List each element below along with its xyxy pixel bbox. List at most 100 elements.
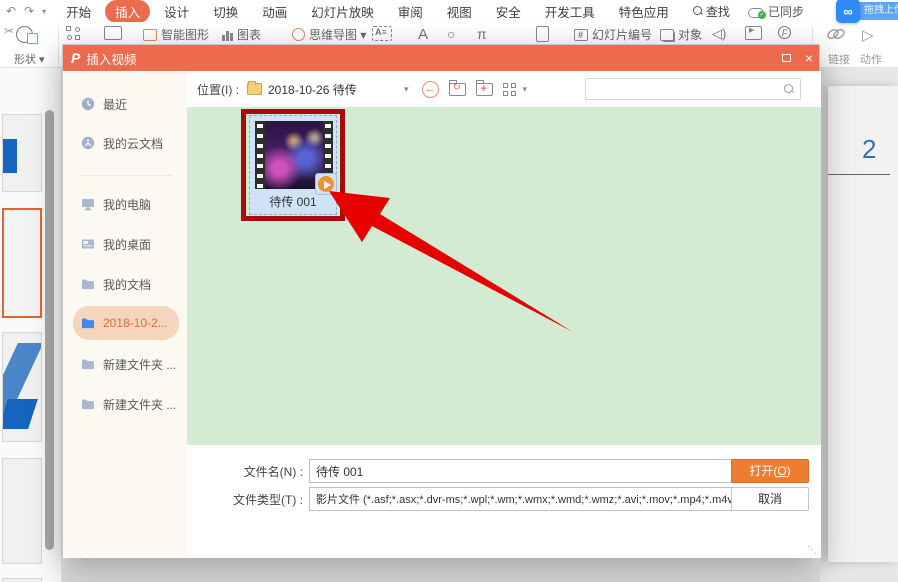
- resize-grip[interactable]: ⋱: [807, 545, 817, 556]
- sidebar-divider: [81, 175, 173, 176]
- infinity-logo-icon: ∞: [836, 0, 860, 23]
- sidebar-item-my-documents[interactable]: 我的文档: [73, 269, 179, 299]
- hyperlink-icon[interactable]: [826, 26, 846, 42]
- desktop-icon: [82, 239, 94, 249]
- header-footer-icon[interactable]: [536, 26, 549, 42]
- filetype-value: 影片文件 (*.asf;*.asx;*.dvr-ms;*.wpl;*.wm;*.…: [316, 494, 785, 506]
- tab-home[interactable]: 开始: [56, 0, 101, 23]
- location-folder-icon: [247, 81, 262, 95]
- slide-canvas: 2: [820, 68, 898, 582]
- redo-icon[interactable]: ↷: [24, 4, 34, 18]
- slide-number-button[interactable]: # 幻灯片编号: [574, 26, 652, 43]
- table-icon[interactable]: [104, 26, 122, 40]
- shape-icon: [16, 24, 38, 44]
- slide-number-text: 2: [862, 134, 877, 164]
- chart-button[interactable]: 图表: [222, 26, 261, 43]
- tab-insert[interactable]: 插入: [105, 0, 151, 23]
- slide-thumbnail-1[interactable]: [2, 114, 42, 192]
- undo-icon[interactable]: ↶: [6, 4, 16, 18]
- panel-scrollbar[interactable]: [45, 110, 54, 550]
- tab-animation[interactable]: 动画: [252, 0, 297, 23]
- shape-button[interactable]: 形状 ▾: [14, 51, 45, 67]
- textbox-icon[interactable]: A≡: [372, 26, 392, 41]
- video-icon[interactable]: [745, 26, 762, 40]
- object-icon: [660, 28, 674, 41]
- tab-special-apps[interactable]: 特色应用: [609, 0, 679, 23]
- slide-thumbnail-3[interactable]: [2, 332, 42, 442]
- folder-icon: [82, 399, 94, 410]
- slide-underline: [828, 174, 890, 175]
- folder-icon: [82, 279, 94, 290]
- view-mode-button[interactable]: [502, 82, 516, 96]
- cancel-button[interactable]: 取消: [731, 487, 809, 511]
- computer-icon: [82, 199, 94, 211]
- tab-security[interactable]: 安全: [486, 0, 531, 23]
- ribbon-tabs: 开始 插入 设计 切换 动画 幻灯片放映 审阅 视图 安全 开发工具 特色应用: [56, 0, 679, 23]
- wps-logo-icon: P: [71, 50, 81, 66]
- dialog-footer: 文件名(N) : 待传 001 ˅ 打开(O) 文件类型(T) : 影片文件 (…: [187, 445, 821, 558]
- search-input[interactable]: [585, 78, 801, 100]
- slide-thumbnail-4[interactable]: [2, 458, 42, 564]
- hyperlink-label: 链接: [828, 54, 850, 66]
- file-list-area[interactable]: 待传 001: [187, 107, 821, 445]
- tab-transition[interactable]: 切换: [203, 0, 248, 23]
- quick-access-toolbar: ↶ ↷ ▾: [0, 4, 56, 18]
- desktop-strip: [62, 557, 820, 582]
- chart-icon: [222, 29, 233, 41]
- smart-graphic-button[interactable]: 智能图形: [143, 26, 209, 43]
- slide-number-icon: #: [574, 28, 588, 41]
- folder-icon: [82, 359, 94, 370]
- maximize-button[interactable]: [781, 54, 791, 62]
- find-button[interactable]: 查找: [692, 3, 730, 20]
- annotation-highlight-rect: [241, 109, 345, 221]
- dialog-title-bar[interactable]: P 插入视频 ×: [63, 45, 819, 71]
- new-folder-button[interactable]: [475, 79, 493, 96]
- filename-value: 待传 001: [316, 464, 364, 479]
- slide-thumbnail-5[interactable]: [2, 578, 42, 582]
- filename-combo[interactable]: 待传 001 ˅: [309, 459, 785, 483]
- customize-toolbar-icon[interactable]: ▾: [42, 7, 46, 16]
- badge-label: 拖拽上传: [856, 2, 898, 20]
- sync-status[interactable]: 已同步: [747, 3, 804, 20]
- sidebar-item-new-folder-2[interactable]: 新建文件夹 ...: [73, 389, 179, 419]
- flash-icon[interactable]: F: [778, 26, 791, 39]
- tab-design[interactable]: 设计: [154, 0, 199, 23]
- location-label: 位置(I) :: [197, 82, 239, 97]
- slide-sheet: 2: [828, 86, 898, 562]
- circle-tool-icon[interactable]: ○: [447, 26, 455, 42]
- menu-bar: ↶ ↷ ▾ 开始 插入 设计 切换 动画 幻灯片放映 审阅 视图 安全 开发工具…: [0, 0, 898, 23]
- audio-icon[interactable]: ◁): [712, 26, 726, 42]
- object-button[interactable]: 对象: [660, 26, 702, 43]
- tab-devtools[interactable]: 开发工具: [535, 0, 605, 23]
- sidebar-item-current-folder[interactable]: 2018-10-2...: [73, 306, 179, 340]
- tab-slideshow[interactable]: 幻灯片放映: [301, 0, 384, 23]
- sidebar-item-my-desktop[interactable]: 我的桌面: [73, 229, 179, 259]
- mindmap-icon: [292, 28, 305, 41]
- back-button[interactable]: ←: [421, 80, 439, 98]
- album-icon[interactable]: [66, 26, 80, 40]
- search-icon: [784, 84, 794, 94]
- smart-graphic-icon: [143, 28, 157, 41]
- sidebar-item-cloud-docs[interactable]: 我的云文档: [73, 128, 179, 158]
- location-dropdown-icon[interactable]: ▾: [404, 84, 409, 95]
- insert-video-dialog: P 插入视频 × 最近 我的云文档 我的电脑 我的桌面 我的文档 2018-10…: [62, 44, 821, 558]
- wordart-icon[interactable]: A: [418, 26, 428, 43]
- filename-label: 文件名(N) :: [243, 464, 303, 479]
- action-icon[interactable]: ▷: [862, 26, 874, 44]
- sidebar-item-new-folder-1[interactable]: 新建文件夹 ...: [73, 349, 179, 379]
- sidebar-item-my-computer[interactable]: 我的电脑: [73, 189, 179, 219]
- cloud-upload-badge[interactable]: ∞ 拖拽上传: [836, 0, 898, 23]
- tab-review[interactable]: 审阅: [388, 0, 433, 23]
- up-folder-button[interactable]: [448, 79, 466, 96]
- close-button[interactable]: ×: [805, 51, 813, 65]
- location-value[interactable]: 2018-10-26 待传: [268, 81, 396, 98]
- formula-icon[interactable]: π: [477, 26, 487, 42]
- mindmap-button[interactable]: 思维导图 ▾: [292, 26, 366, 43]
- sidebar-item-recent[interactable]: 最近: [73, 89, 179, 119]
- slide-thumbnail-2-selected[interactable]: [2, 208, 42, 318]
- action-label: 动作: [860, 54, 882, 66]
- view-mode-caret[interactable]: ▾: [523, 84, 528, 95]
- filetype-combo[interactable]: 影片文件 (*.asf;*.asx;*.dvr-ms;*.wpl;*.wm;*.…: [309, 487, 785, 511]
- open-button[interactable]: 打开(O): [731, 459, 809, 483]
- tab-view[interactable]: 视图: [437, 0, 482, 23]
